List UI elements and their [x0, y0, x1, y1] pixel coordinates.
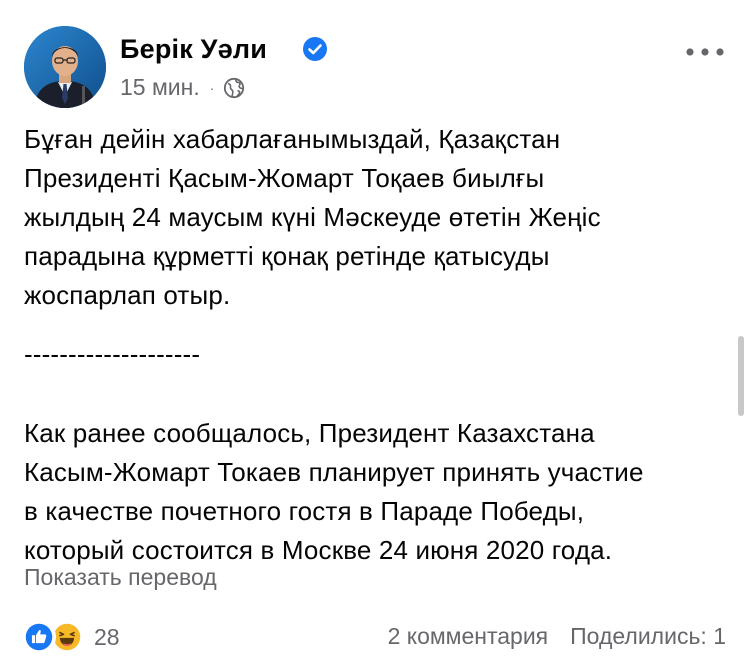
meta-separator: · — [209, 79, 215, 96]
shares-count-link[interactable]: Поделились: 1 — [570, 623, 726, 650]
author-name[interactable]: Берік Уәли — [120, 34, 267, 65]
more-options-icon[interactable] — [684, 42, 726, 62]
reactions-summary[interactable]: 28 — [22, 620, 120, 654]
post-header: Берік Уәли 15 мин. · — [24, 26, 726, 110]
verified-badge-icon — [303, 37, 327, 61]
avatar-image — [24, 26, 106, 108]
author-avatar[interactable] — [24, 26, 106, 108]
post-engagement-stats: 2 комментария Поделились: 1 — [388, 623, 726, 650]
comments-count-link[interactable]: 2 комментария — [388, 623, 549, 650]
reactions-count: 28 — [94, 623, 120, 650]
post-time[interactable]: 15 мин. — [120, 74, 200, 101]
post-separator-line: -------------------- — [24, 339, 201, 369]
like-icon — [22, 620, 56, 654]
post-card: Берік Уәли 15 мин. · Бұған дейін хабарла… — [0, 0, 750, 669]
post-paragraph-russian: Как ранее сообщалось, Президент Казахста… — [24, 418, 644, 565]
scrollbar-thumb[interactable] — [738, 336, 744, 416]
post-paragraph-kazakh: Бұған дейін хабарлағанымыздай, Қазақстан… — [24, 124, 601, 310]
post-footer: 28 2 комментария Поделились: 1 — [22, 618, 726, 658]
post-meta: 15 мин. · — [120, 74, 245, 101]
show-translation-link[interactable]: Показать перевод — [24, 564, 217, 591]
globe-icon — [224, 77, 245, 98]
